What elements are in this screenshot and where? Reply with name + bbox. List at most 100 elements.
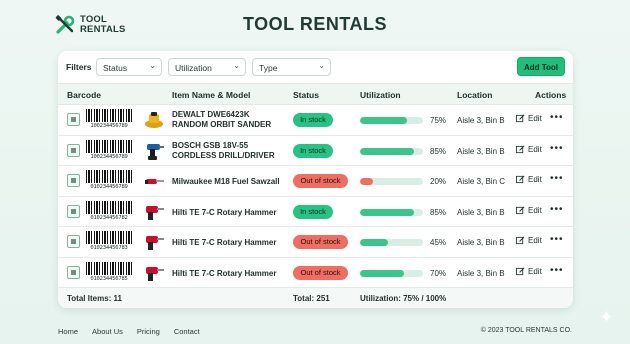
utilization-percent: 20%	[430, 177, 447, 186]
edit-button[interactable]: Edit	[516, 114, 542, 123]
more-options-icon[interactable]: •••	[550, 112, 564, 123]
utilization-percent: 75%	[430, 116, 447, 125]
utilization-percent: 45%	[430, 238, 447, 247]
item-name-line1: BOSCH GSB 18V-55	[172, 140, 249, 150]
utilization-fill	[360, 147, 414, 155]
barcode-number: 010234456789	[90, 184, 128, 190]
item-name: Milwaukee M18 Fuel Sawzall	[172, 177, 280, 187]
location: Aisle 3, Bin B	[457, 238, 505, 247]
item-name: Hilti TE 7-C Rotary Hammer	[172, 238, 276, 248]
item-name-line1: DEWALT DWE6423K	[172, 110, 250, 119]
edit-button[interactable]: Edit	[516, 206, 542, 215]
sander-icon	[143, 110, 165, 130]
edit-button[interactable]: Edit	[516, 175, 542, 184]
utilization-bar	[360, 269, 423, 277]
location: Aisle 3, Bin B	[457, 116, 505, 125]
more-options-icon[interactable]: •••	[550, 143, 564, 154]
row-checkbox[interactable]	[67, 265, 80, 279]
footer-link-about[interactable]: About Us	[92, 327, 123, 336]
utilization-fill	[360, 117, 408, 124]
barcode-number: 100234456789	[90, 123, 128, 129]
edit-label: Edit	[528, 114, 542, 123]
edit-icon	[516, 267, 525, 275]
utilization-filter-value: Utilization	[175, 63, 212, 73]
item-name-line1: Hilti TE 7-C Rotary Hammer	[172, 207, 277, 217]
barcode: 010234456789	[86, 170, 132, 192]
utilization-filter[interactable]: Utilization ⌄	[168, 58, 246, 76]
location: Aisle 3, Bin B	[457, 207, 505, 217]
item-name-line1: Hilti TE 7-C Rotary Hammer	[172, 268, 277, 278]
drill-icon	[143, 141, 165, 161]
footer-link-pricing[interactable]: Pricing	[137, 327, 160, 336]
utilization-bar	[360, 208, 423, 216]
utilization-percent: 85%	[430, 207, 447, 217]
col-utilization[interactable]: Utilization	[360, 90, 401, 100]
table-header: Barcode Item Name & Model Status Utiliza…	[58, 83, 573, 105]
sparkle-icon: ✦	[598, 307, 614, 327]
table-row[interactable]: 100234456789 BOSCH GSB 18V-55 CORDLESS D…	[58, 136, 573, 166]
edit-label: Edit	[528, 266, 542, 276]
barcode-bars	[86, 139, 132, 153]
more-options-icon[interactable]: •••	[550, 265, 564, 276]
barcode: 100234456789	[86, 139, 132, 162]
barcode: 100234456789	[86, 109, 132, 131]
barcode-bars	[86, 109, 132, 122]
item-name-line1: Milwaukee M18 Fuel Sawzall	[172, 177, 280, 186]
utilization-bar	[360, 117, 423, 124]
table-row[interactable]: 010234456783 Hilti TE 7-C Rotary Hammer …	[58, 227, 573, 258]
edit-button[interactable]: Edit	[516, 236, 542, 245]
utilization-bar	[360, 178, 423, 185]
col-status[interactable]: Status	[293, 90, 319, 100]
row-checkbox[interactable]	[67, 143, 80, 157]
row-checkbox[interactable]	[67, 113, 80, 126]
barcode-number: 010234456785	[90, 275, 128, 282]
barcode-number: 010234456783	[90, 245, 128, 251]
utilization-fill	[360, 239, 389, 246]
utilization-fill	[360, 269, 405, 277]
col-location[interactable]: Location	[457, 90, 492, 100]
item-name-line2: CORDLESS DRILL/DRIVER	[172, 150, 275, 160]
utilization-percent: 85%	[430, 146, 447, 156]
filters-bar: Filters Status ⌄ Utilization ⌄ Type ⌄ Ad…	[58, 51, 573, 83]
table-row[interactable]: 010234456789 Milwaukee M18 Fuel Sawzall …	[58, 166, 573, 197]
total-utilization: Utilization: 75% / 100%	[360, 294, 447, 303]
row-checkbox[interactable]	[67, 204, 80, 218]
row-checkbox[interactable]	[67, 174, 80, 187]
barcode-bars	[86, 200, 132, 214]
item-name: DEWALT DWE6423K RANDOM ORBIT SANDER	[172, 110, 271, 130]
col-item[interactable]: Item Name & Model	[172, 90, 250, 100]
barcode-bars	[86, 231, 132, 244]
item-name-line2: RANDOM ORBIT SANDER	[172, 120, 272, 129]
item-name: Hilti TE 7-C Rotary Hammer	[172, 208, 276, 218]
barcode-number: 010234456782	[90, 214, 128, 221]
status-badge: In stock	[293, 204, 333, 219]
more-options-icon[interactable]: •••	[550, 204, 564, 215]
status-badge: In stock	[293, 143, 333, 158]
location: Aisle 3, Bin B	[457, 268, 505, 278]
status-badge: In stock	[293, 113, 333, 127]
status-badge: Out of stock	[293, 174, 348, 188]
edit-label: Edit	[528, 236, 542, 245]
more-options-icon[interactable]: •••	[550, 234, 564, 245]
table-row[interactable]: 100234456789 DEWALT DWE6423K RANDOM ORBI…	[58, 105, 573, 136]
footer-link-home[interactable]: Home	[58, 327, 78, 336]
utilization-percent: 70%	[430, 268, 447, 278]
item-name-line1: Hilti TE 7-C Rotary Hammer	[172, 238, 277, 247]
edit-button[interactable]: Edit	[516, 267, 542, 276]
footer-link-contact[interactable]: Contact	[174, 327, 200, 336]
col-barcode[interactable]: Barcode	[67, 90, 101, 100]
type-filter[interactable]: Type ⌄	[252, 58, 331, 76]
location: Aisle 3, Bin B	[457, 146, 505, 156]
barcode-bars	[86, 261, 132, 275]
chevron-down-icon: ⌄	[318, 61, 325, 70]
row-checkbox[interactable]	[67, 235, 80, 248]
table-row[interactable]: 010234456785 Hilti TE 7-C Rotary Hammer …	[58, 258, 573, 288]
add-tool-button[interactable]: Add Tool	[517, 57, 565, 76]
edit-label: Edit	[528, 144, 542, 154]
edit-button[interactable]: Edit	[516, 145, 542, 154]
edit-label: Edit	[528, 205, 542, 215]
table-row[interactable]: 010234456782 Hilti TE 7-C Rotary Hammer …	[58, 197, 573, 227]
more-options-icon[interactable]: •••	[550, 173, 564, 184]
status-filter[interactable]: Status ⌄	[96, 58, 162, 76]
col-actions: Actions	[535, 90, 567, 100]
